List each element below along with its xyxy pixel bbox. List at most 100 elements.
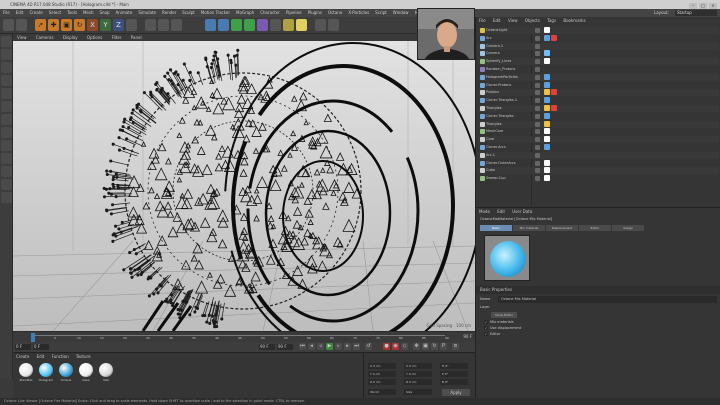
next-frame-icon[interactable]: ▹ [335,343,342,350]
render-picture-viewer-icon[interactable] [158,19,169,31]
object-row[interactable]: Camera [478,50,719,57]
axis-mode-icon[interactable] [1,127,12,138]
object-tag-icon[interactable] [544,34,550,41]
object-row[interactable]: MeshCore [478,128,719,135]
visibility-toggle-icon[interactable] [535,74,540,80]
rotate-icon[interactable]: ↻ [74,19,85,31]
prev-key-icon[interactable]: ◂ [308,343,315,350]
object-name[interactable]: Camera.1 [486,43,503,50]
object-name[interactable]: Spherify_Lines [486,58,511,65]
rotation-h-field[interactable]: H 0° [440,363,468,369]
material-menu-function[interactable]: Function [49,353,72,360]
quantize-icon[interactable] [1,166,12,177]
coord-mode-select[interactable]: World [368,389,396,395]
visibility-toggle-icon[interactable] [535,152,540,158]
play-icon[interactable]: ▶ [326,343,333,350]
select-arrow-icon[interactable]: ➚ [35,19,46,31]
menu-mograph[interactable]: MoGraph [233,9,257,17]
object-name[interactable]: Sweep.Cup [486,175,506,182]
record-icon[interactable]: ● [383,343,390,350]
visibility-toggle-icon[interactable] [535,43,540,49]
menu-animate[interactable]: Animate [113,9,136,17]
workplane-lock-icon[interactable] [1,179,12,190]
object-name[interactable]: Core [486,136,494,143]
object-name[interactable]: Cloner.Triangles.1 [486,97,517,104]
material-preview[interactable] [484,235,530,281]
object-tag-icon[interactable] [544,73,550,80]
object-name[interactable]: Protons [486,89,499,96]
object-row[interactable]: OctaneLight [478,27,719,34]
edges-mode-icon[interactable] [1,101,12,112]
visibility-toggle-icon[interactable] [535,137,540,143]
snap-icon[interactable] [1,153,12,164]
timeline[interactable]: 051015202530354045505560657075808590 90 … [13,331,475,342]
visibility-toggle-icon[interactable] [535,28,540,33]
object-name[interactable]: Arc.1 [486,152,495,159]
visibility-toggle-icon[interactable] [535,35,540,41]
object-row[interactable]: Core [478,136,719,144]
objmgr-menu-file[interactable]: File [476,17,489,25]
object-row[interactable]: Protons [478,89,719,97]
object-name[interactable]: Triangles [486,121,502,128]
floor-icon[interactable] [270,19,281,31]
camera-icon[interactable] [283,19,294,31]
pen-spline-icon[interactable] [218,19,229,31]
tab-editor[interactable]: Editor [579,225,611,231]
viewport-menu-display[interactable]: Display [59,34,82,41]
rotation-p-field[interactable]: P 0° [440,371,468,377]
attr-menu-mode[interactable]: Mode [476,208,493,216]
workplane-icon[interactable] [1,75,12,86]
material-menu-create[interactable]: Create [13,353,32,360]
object-tag-icon[interactable] [544,175,550,182]
check-editor-box[interactable]: ✓ [484,332,488,336]
tab-basic[interactable]: Basic [480,225,512,231]
object-tag-icon[interactable] [544,97,550,104]
check-mix-materials-box[interactable]: ✓ [484,320,488,324]
object-row[interactable]: Arc.1 [478,151,719,159]
object-name[interactable]: Cloner.Triangles [486,113,514,120]
object-tag-icon[interactable] [544,167,550,174]
menu-sculpt[interactable]: Sculpt [179,9,198,17]
check-use-displacement[interactable]: ✓ Use displacement [484,326,521,331]
polygons-mode-icon[interactable] [1,114,12,125]
material-thumbnail[interactable]: Mat [97,363,115,385]
object-tag-icon[interactable] [551,34,557,41]
layout-select[interactable]: Startup [675,10,717,16]
object-name[interactable]: Cube [486,167,495,174]
max-frame-field[interactable]: 90 F [277,344,293,350]
position-z-field[interactable]: Z 0 cm [368,379,396,385]
menu-pipeline[interactable]: Pipeline [283,9,305,17]
redo-icon[interactable] [16,19,27,31]
viewport-menu-panel[interactable]: Panel [127,34,146,41]
menu-octane[interactable]: Octane [325,9,345,17]
material-thumbnail[interactable]: Hologram [37,363,55,385]
object-row[interactable]: Triangles [478,120,719,128]
menu-tools[interactable]: Tools [64,9,80,17]
subdivision-icon[interactable] [231,19,242,31]
menu-character[interactable]: Character [257,9,283,17]
object-row[interactable]: Cloner.Arcs [478,144,719,151]
array-icon[interactable] [244,19,255,31]
end-frame-field[interactable]: 90 F [259,344,275,350]
name-input[interactable]: Octane Mix Material [498,296,717,303]
object-name[interactable]: HologramParticles [486,74,518,81]
object-row[interactable]: Cloner.Protons [478,81,719,89]
objmgr-menu-bookmarks[interactable]: Bookmarks [560,17,588,25]
tab-mix-material[interactable]: Mix material [513,225,545,231]
object-row[interactable]: Triangles [478,105,719,112]
object-name[interactable]: OctaneLight [486,27,507,34]
object-tag-icon[interactable] [551,105,557,111]
material-menu-edit[interactable]: Edit [34,353,48,360]
material-thumbnail[interactable]: Octane [57,363,75,385]
timeline-menu-icon[interactable]: ≡ [452,343,459,350]
menu-snap[interactable]: Snap [96,9,112,17]
position-key-icon[interactable]: ✥ [413,343,420,350]
material-thumbnail[interactable]: PlainMat [17,363,35,385]
objmgr-menu-tags[interactable]: Tags [544,17,559,25]
object-name[interactable]: Camera [486,50,500,57]
object-tag-icon[interactable] [551,89,557,96]
visibility-toggle-icon[interactable] [535,98,540,104]
perspective-viewport[interactable]: Grid Spacing : 100 cm [13,41,475,331]
object-name[interactable]: Cloner.Arcs [486,144,506,151]
viewport-menu-options[interactable]: Options [83,34,106,41]
